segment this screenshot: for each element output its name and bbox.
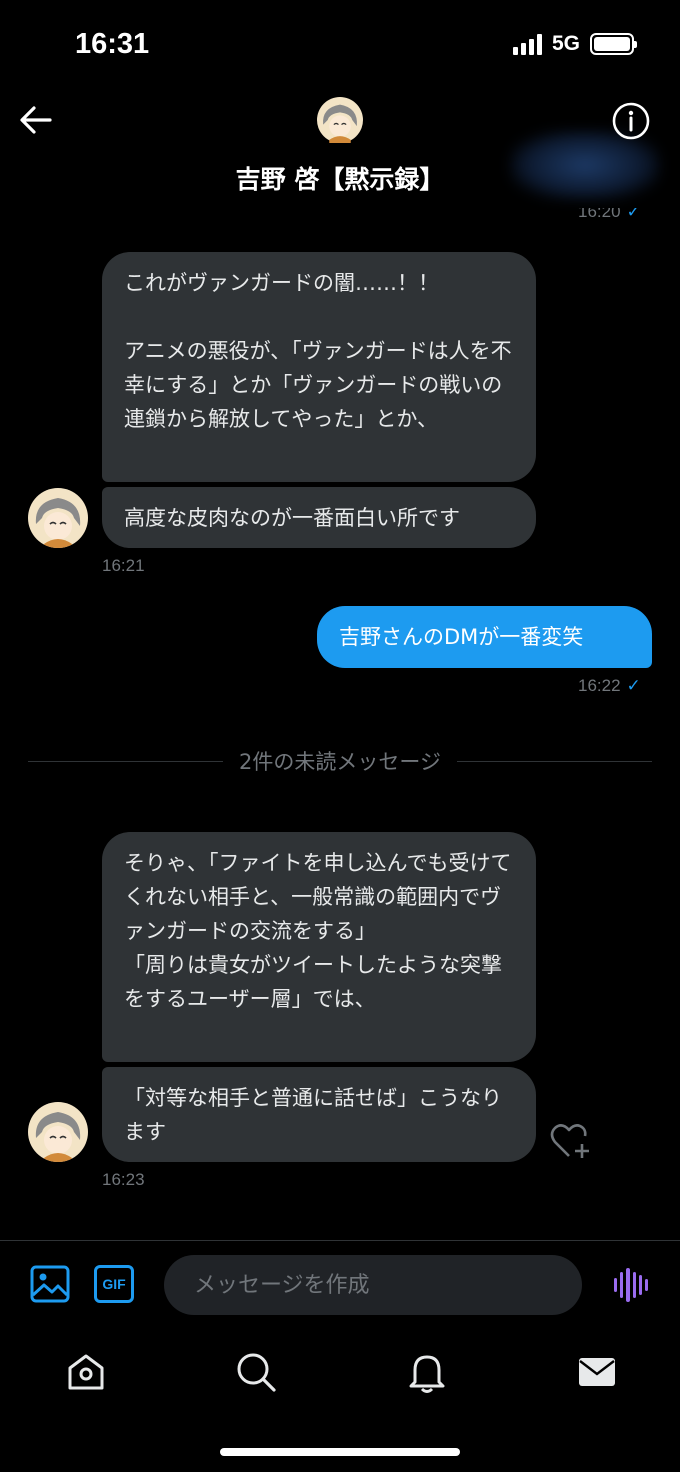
image-icon[interactable] [30, 1265, 70, 1303]
search-icon[interactable] [234, 1350, 278, 1394]
voice-wave-icon[interactable] [614, 1267, 649, 1303]
message-composer: GIF [0, 1240, 680, 1332]
home-indicator [220, 1448, 460, 1456]
bell-icon[interactable] [405, 1350, 449, 1394]
incoming-message[interactable]: 「対等な相手と普通に話せば」こうなります [102, 1067, 536, 1162]
conversation-header: 吉野 啓【黙示録】 [0, 90, 680, 208]
message-timestamp: 16:21 [102, 556, 145, 575]
home-icon[interactable] [64, 1350, 108, 1394]
envelope-icon[interactable] [575, 1350, 619, 1394]
arrow-left-icon[interactable] [18, 104, 54, 136]
gif-button[interactable]: GIF [94, 1265, 134, 1303]
avatar[interactable] [28, 1102, 88, 1162]
incoming-message[interactable]: 高度な皮肉なのが一番面白い所です [102, 487, 536, 548]
read-check-icon: ✓ [626, 676, 641, 695]
incoming-message[interactable]: これがヴァンガードの闇……！！ アニメの悪役が、「ヴァンガードは人を不幸にする」… [102, 252, 536, 482]
avatar[interactable] [28, 488, 88, 548]
heart-plus-icon[interactable] [550, 1122, 592, 1160]
incoming-message[interactable]: そりゃ、「ファイトを申し込んでも受けてくれない相手と、一般常識の範囲内でヴァンガ… [102, 832, 536, 1062]
message-timestamp: 16:23 [102, 1170, 145, 1189]
message-timestamp: 16:22 ✓ [578, 676, 641, 695]
unread-label: 2件の未読メッセージ [239, 750, 441, 774]
message-input[interactable] [164, 1255, 582, 1315]
outgoing-message[interactable]: 吉野さんのDMが一番変笑 [317, 606, 652, 668]
header-avatar[interactable] [317, 97, 363, 143]
unread-divider: 2件の未読メッセージ [28, 744, 653, 778]
info-icon[interactable] [612, 102, 650, 140]
blurred-overlay [510, 130, 660, 200]
